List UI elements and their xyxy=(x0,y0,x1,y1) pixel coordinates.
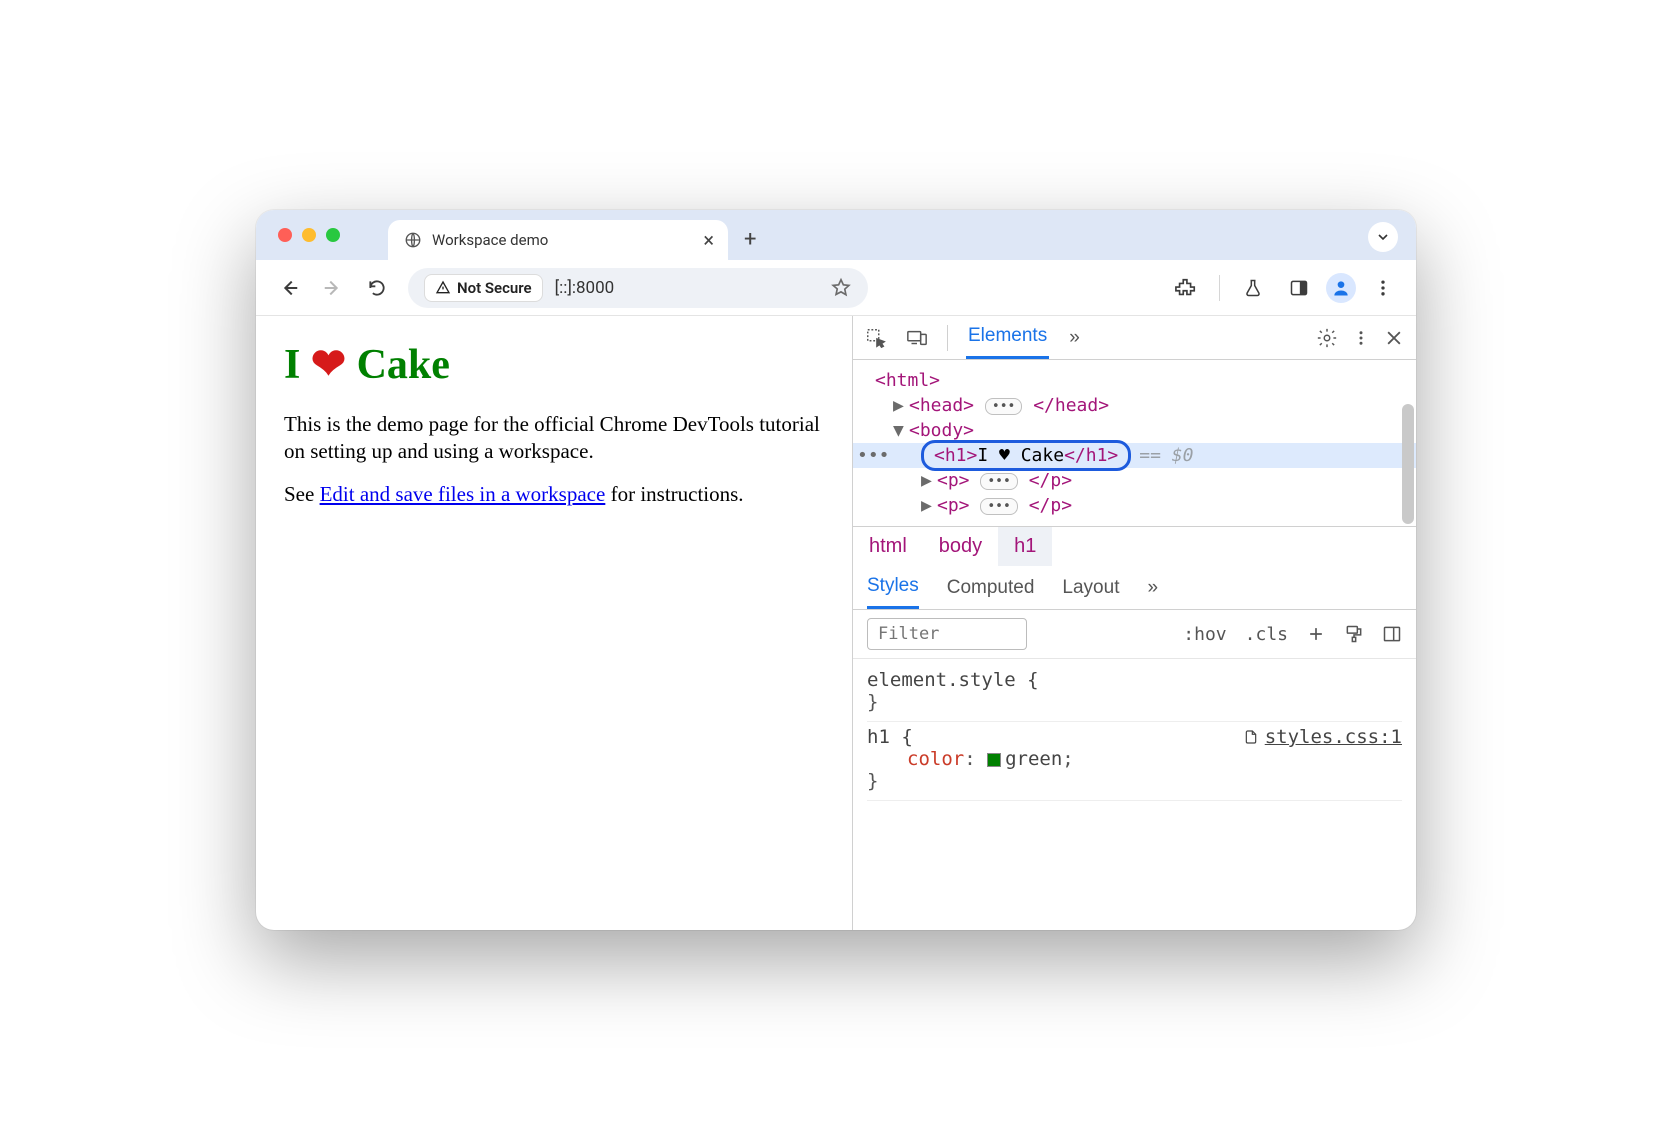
dom-node-head[interactable]: ▶<head> ••• </head> xyxy=(853,393,1416,418)
styles-rules[interactable]: element.style { } styles.css:1 h1 { colo… xyxy=(853,659,1416,930)
page-paragraph-2: See Edit and save files in a workspace f… xyxy=(284,481,824,508)
dom-node-p2[interactable]: ▶<p> ••• </p> xyxy=(853,493,1416,518)
profile-avatar[interactable] xyxy=(1326,273,1356,303)
overflow-menu-icon[interactable] xyxy=(1364,269,1402,307)
labs-icon[interactable] xyxy=(1234,269,1272,307)
page-paragraph-1: This is the demo page for the official C… xyxy=(284,411,824,466)
ellipsis-icon: ••• xyxy=(980,473,1017,490)
forward-button[interactable] xyxy=(314,269,352,307)
tab-strip: Workspace demo × + xyxy=(256,210,1416,260)
hover-toggle[interactable]: :hov xyxy=(1183,624,1226,645)
devtools-panel: Elements » <html> ▶<head> ••• < xyxy=(852,316,1416,930)
styles-toolbar: :hov .cls xyxy=(853,610,1416,659)
row-actions-icon[interactable]: ••• xyxy=(857,445,890,466)
crumb-html[interactable]: html xyxy=(853,527,923,566)
rendered-page: I ❤ Cake This is the demo page for the o… xyxy=(256,316,852,930)
dom-tree[interactable]: <html> ▶<head> ••• </head> ▼<body> ••• <… xyxy=(853,360,1416,526)
styles-tabbar: Styles Computed Layout » xyxy=(853,566,1416,610)
tab-dropdown-button[interactable] xyxy=(1368,222,1398,252)
tab-styles[interactable]: Styles xyxy=(867,566,919,609)
styles-tabs-overflow-icon[interactable]: » xyxy=(1147,566,1158,609)
dom-node-h1-selected[interactable]: ••• <h1>I ♥ Cake</h1>== $0 xyxy=(853,443,1416,468)
minimize-window-button[interactable] xyxy=(302,228,316,242)
close-tab-button[interactable]: × xyxy=(703,230,714,250)
rule-h1[interactable]: styles.css:1 h1 { color: green; } xyxy=(867,722,1402,801)
window-controls xyxy=(278,228,340,242)
tab-elements[interactable]: Elements xyxy=(966,316,1049,359)
dom-node-p1[interactable]: ▶<p> ••• </p> xyxy=(853,468,1416,493)
extensions-icon[interactable] xyxy=(1167,269,1205,307)
tab-layout[interactable]: Layout xyxy=(1062,566,1119,609)
toolbar: Not Secure [::]:8000 xyxy=(256,260,1416,316)
fullscreen-window-button[interactable] xyxy=(326,228,340,242)
globe-icon xyxy=(404,231,422,249)
ellipsis-icon: ••• xyxy=(985,398,1022,415)
security-chip[interactable]: Not Secure xyxy=(424,274,543,302)
bookmark-star-icon[interactable] xyxy=(830,277,852,299)
gear-icon[interactable] xyxy=(1316,327,1338,349)
tab-computed[interactable]: Computed xyxy=(947,566,1035,609)
rule-element-style[interactable]: element.style { } xyxy=(867,665,1402,722)
selected-node-ref: == $0 xyxy=(1139,445,1193,466)
para2-pre: See xyxy=(284,482,320,506)
heading-text-pre: I xyxy=(284,342,311,388)
paint-icon[interactable] xyxy=(1344,624,1364,644)
source-link[interactable]: styles.css:1 xyxy=(1243,726,1402,748)
browser-window: Workspace demo × + Not Secure [::]:8000 xyxy=(256,210,1416,930)
tabs-overflow-icon[interactable]: » xyxy=(1067,316,1082,359)
side-panel-icon[interactable] xyxy=(1280,269,1318,307)
reload-button[interactable] xyxy=(358,269,396,307)
ellipsis-icon: ••• xyxy=(980,498,1017,515)
dom-breadcrumbs: html body h1 xyxy=(853,526,1416,566)
content-area: I ❤ Cake This is the demo page for the o… xyxy=(256,316,1416,930)
kebab-menu-icon[interactable] xyxy=(1352,329,1370,347)
class-toggle[interactable]: .cls xyxy=(1245,624,1288,645)
back-button[interactable] xyxy=(270,269,308,307)
close-devtools-icon[interactable] xyxy=(1384,328,1404,348)
para2-post: for instructions. xyxy=(605,482,743,506)
heading-text-post: Cake xyxy=(346,342,450,388)
new-tab-button[interactable]: + xyxy=(744,227,756,260)
crumb-body[interactable]: body xyxy=(923,527,998,566)
tab-title: Workspace demo xyxy=(432,231,548,249)
toolbar-right xyxy=(1167,269,1402,307)
separator xyxy=(1219,275,1220,301)
device-toggle-icon[interactable] xyxy=(905,327,929,349)
color-swatch-icon[interactable] xyxy=(987,753,1001,767)
new-rule-icon[interactable] xyxy=(1306,624,1326,644)
close-window-button[interactable] xyxy=(278,228,292,242)
crumb-h1[interactable]: h1 xyxy=(998,527,1052,566)
tutorial-link[interactable]: Edit and save files in a workspace xyxy=(320,482,606,506)
devtools-tabbar: Elements » xyxy=(853,316,1416,360)
styles-filter-input[interactable] xyxy=(867,618,1027,650)
heart-icon: ❤ xyxy=(311,342,346,388)
panel-layout-icon[interactable] xyxy=(1382,624,1402,644)
dom-node-html[interactable]: <html> xyxy=(853,368,1416,393)
inspect-icon[interactable] xyxy=(865,327,887,349)
url-text: [::]:8000 xyxy=(555,278,615,298)
browser-tab[interactable]: Workspace demo × xyxy=(388,220,728,260)
not-secure-label: Not Secure xyxy=(457,279,532,297)
page-heading: I ❤ Cake xyxy=(284,338,824,393)
address-bar[interactable]: Not Secure [::]:8000 xyxy=(408,268,868,308)
scrollbar[interactable] xyxy=(1400,404,1416,526)
